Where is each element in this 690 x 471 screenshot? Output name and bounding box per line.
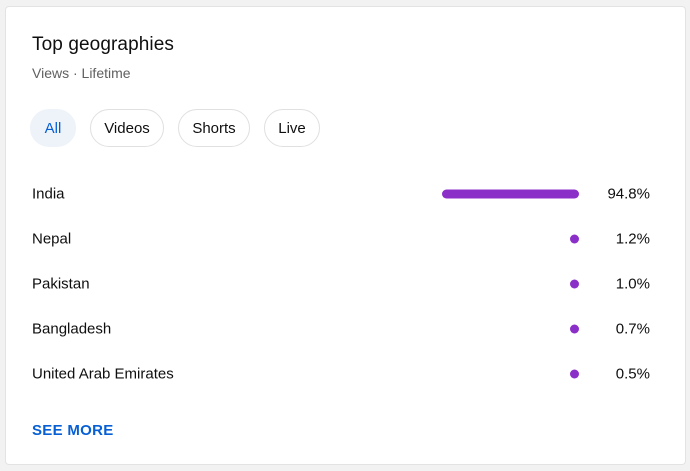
chip-shorts[interactable]: Shorts <box>178 109 250 147</box>
geography-bar-track <box>442 234 579 243</box>
geography-percent: 94.8% <box>607 185 650 202</box>
geography-percent: 0.5% <box>615 365 650 382</box>
geography-percent: 1.2% <box>615 230 650 247</box>
geography-percent: 1.0% <box>615 275 650 292</box>
geography-bar <box>570 234 579 243</box>
geography-name: United Arab Emirates <box>32 365 174 382</box>
geography-list: India 94.8% Nepal 1.2% Pakistan 1.0% Ban… <box>6 171 685 396</box>
geography-row: Nepal 1.2% <box>6 216 685 261</box>
card-subtitle: Views · Lifetime <box>32 65 131 81</box>
geography-row: Pakistan 1.0% <box>6 261 685 306</box>
geography-row: United Arab Emirates 0.5% <box>6 351 685 396</box>
geography-percent: 0.7% <box>615 320 650 337</box>
card-title: Top geographies <box>32 34 174 55</box>
geography-row: Bangladesh 0.7% <box>6 306 685 351</box>
geography-name: Pakistan <box>32 275 90 292</box>
geography-bar-track <box>442 324 579 333</box>
geography-bar-track <box>442 279 579 288</box>
chip-live[interactable]: Live <box>264 109 320 147</box>
geography-bar <box>570 279 579 288</box>
see-more-button[interactable]: SEE MORE <box>32 422 114 439</box>
geography-bar <box>570 369 579 378</box>
geography-name: India <box>32 185 65 202</box>
filter-chips: All Videos Shorts Live <box>30 109 320 147</box>
chip-all[interactable]: All <box>30 109 76 147</box>
geography-bar <box>570 324 579 333</box>
geography-bar-track <box>442 369 579 378</box>
geography-name: Nepal <box>32 230 72 247</box>
geography-bar <box>442 189 579 198</box>
geography-row: India 94.8% <box>6 171 685 216</box>
geography-bar-track <box>442 189 579 198</box>
geography-name: Bangladesh <box>32 320 112 337</box>
chip-videos[interactable]: Videos <box>90 109 164 147</box>
top-geographies-card: Top geographies Views · Lifetime All Vid… <box>5 6 686 465</box>
